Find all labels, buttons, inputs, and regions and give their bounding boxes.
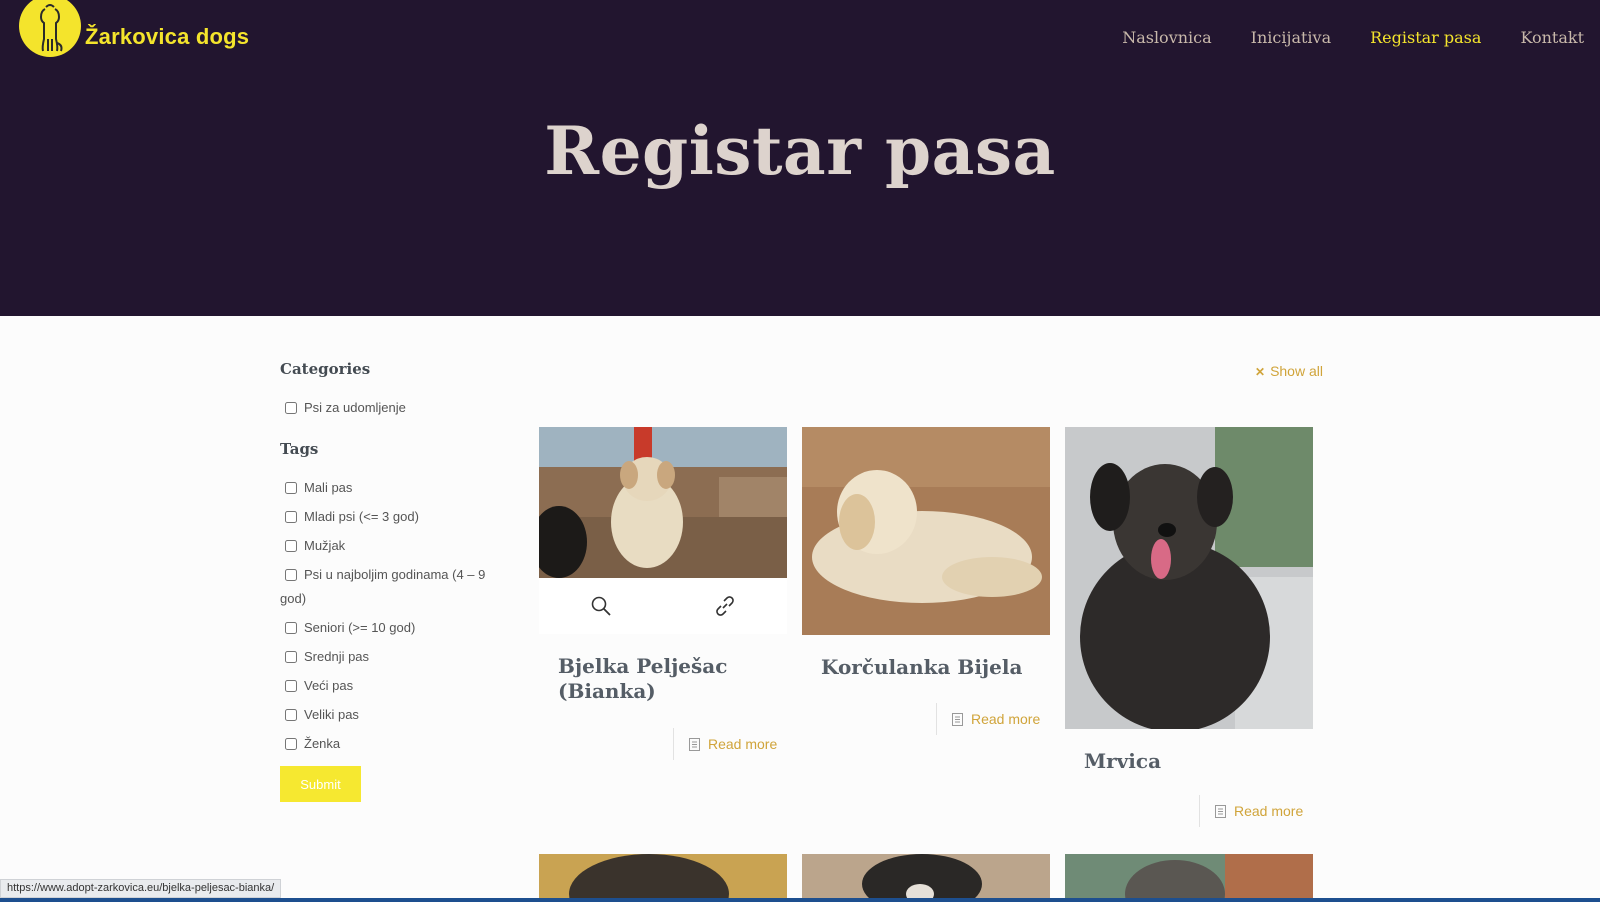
divider — [936, 703, 937, 735]
dog-logo-icon[interactable] — [19, 0, 81, 57]
tag-checkbox[interactable] — [285, 622, 297, 634]
tag-option[interactable]: Mladi psi (<= 3 god) — [280, 505, 500, 529]
page-title: Registar pasa — [544, 112, 1056, 190]
tags-heading: Tags — [280, 440, 319, 458]
tag-checkbox[interactable] — [285, 540, 297, 552]
nav-item-inicijativa[interactable]: Inicijativa — [1251, 28, 1331, 47]
tag-checkbox[interactable] — [285, 738, 297, 750]
read-more-link[interactable]: Read more — [673, 728, 778, 760]
dog-photo[interactable] — [802, 854, 1050, 902]
read-more-link[interactable]: Read more — [1199, 795, 1304, 827]
tag-label: Ženka — [304, 736, 341, 751]
tag-option[interactable]: Psi u najboljim godinama (4 – 9 god) — [280, 563, 500, 611]
divider — [1199, 795, 1200, 827]
show-all-link[interactable]: ✕ Show all — [1255, 363, 1323, 379]
browser-status-url: https://www.adopt-zarkovica.eu/bjelka-pe… — [0, 879, 282, 898]
tag-option[interactable]: Veliki pas — [280, 703, 500, 727]
show-all-label: Show all — [1270, 363, 1323, 379]
filter-sidebar: Categories Psi za udomljenje Tags Mali p… — [280, 360, 500, 802]
dog-card: Bjelka Pelješac (Bianka) — [539, 427, 787, 704]
tag-checkbox[interactable] — [285, 569, 297, 581]
tag-checkbox[interactable] — [285, 482, 297, 494]
dog-title[interactable]: Korčulanka Bijela — [802, 655, 1050, 680]
dog-card: Korčulanka Bijela — [802, 427, 1050, 680]
close-icon: ✕ — [1255, 365, 1266, 379]
main-nav: Naslovnica Inicijativa Registar pasa Kon… — [1122, 28, 1584, 47]
nav-item-registar-pasa[interactable]: Registar pasa — [1370, 28, 1481, 47]
card-actions — [539, 578, 787, 634]
tag-label: Mužjak — [304, 538, 346, 553]
tag-option[interactable]: Srednji pas — [280, 645, 500, 669]
category-option[interactable]: Psi za udomljenje — [280, 396, 500, 420]
tag-label: Mali pas — [304, 480, 353, 495]
tag-checkbox[interactable] — [285, 511, 297, 523]
tag-label: Veći pas — [304, 678, 354, 693]
tag-checkbox[interactable] — [285, 709, 297, 721]
dog-title[interactable]: Bjelka Pelješac (Bianka) — [539, 654, 787, 704]
dog-photo[interactable] — [539, 427, 787, 578]
category-label: Psi za udomljenje — [304, 400, 406, 415]
category-checkbox[interactable] — [285, 402, 297, 414]
nav-item-naslovnica[interactable]: Naslovnica — [1122, 28, 1211, 47]
tag-option[interactable]: Mali pas — [280, 476, 500, 500]
dog-photo[interactable] — [539, 854, 787, 902]
brand-name[interactable]: Žarkovica dogs — [85, 24, 249, 50]
tag-option[interactable]: Mužjak — [280, 534, 500, 558]
nav-item-kontakt[interactable]: Kontakt — [1520, 28, 1584, 47]
tag-option[interactable]: Ženka — [280, 732, 500, 756]
tag-label: Veliki pas — [304, 707, 359, 722]
divider — [673, 728, 674, 760]
read-more-link[interactable]: Read more — [936, 703, 1041, 735]
read-more-label: Read more — [971, 711, 1041, 727]
dog-photo[interactable] — [802, 427, 1050, 635]
dog-photo[interactable] — [1065, 427, 1313, 729]
tag-option[interactable]: Seniori (>= 10 god) — [280, 616, 500, 640]
read-more-label: Read more — [708, 736, 778, 752]
tag-label: Seniori (>= 10 god) — [304, 620, 416, 635]
dog-photo[interactable] — [1065, 854, 1313, 902]
document-icon — [689, 737, 700, 751]
tag-label: Srednji pas — [304, 649, 370, 664]
document-icon — [952, 712, 963, 726]
tag-checkbox[interactable] — [285, 680, 297, 692]
read-more-label: Read more — [1234, 803, 1304, 819]
document-icon — [1215, 804, 1226, 818]
submit-button[interactable]: Submit — [280, 766, 361, 802]
dog-card: Mrvica — [1065, 427, 1313, 774]
search-icon[interactable] — [591, 596, 611, 616]
tag-option[interactable]: Veći pas — [280, 674, 500, 698]
os-taskbar — [0, 898, 1600, 902]
categories-heading: Categories — [280, 360, 371, 378]
tag-label: Mladi psi (<= 3 god) — [304, 509, 419, 524]
tag-checkbox[interactable] — [285, 651, 297, 663]
dog-title[interactable]: Mrvica — [1065, 749, 1313, 774]
tag-label: Psi u najboljim godinama (4 – 9 god) — [280, 567, 486, 606]
link-icon[interactable] — [714, 595, 736, 617]
site-header: Žarkovica dogs Naslovnica Inicijativa Re… — [0, 0, 1600, 316]
